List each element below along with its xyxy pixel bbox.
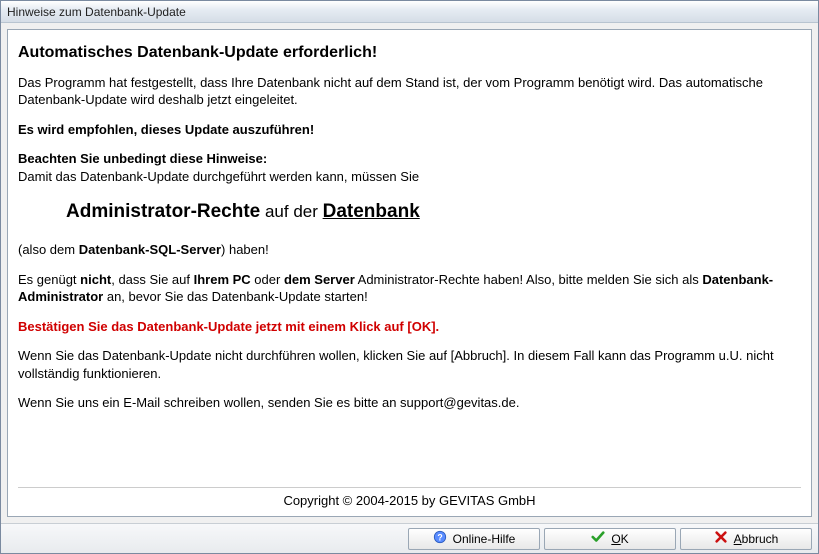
sql-server-line: (also dem Datenbank-SQL-Server) haben! xyxy=(18,241,801,259)
sql-server-bold: Datenbank-SQL-Server xyxy=(79,242,221,257)
abort-rest: bbruch xyxy=(742,532,779,546)
content-panel: Automatisches Datenbank-Update erforderl… xyxy=(7,29,812,517)
l4b: , dass Sie auf xyxy=(111,272,193,287)
auf-der-text: auf der xyxy=(260,202,322,221)
copyright-line: Copyright © 2004-2015 by GEVITAS GmbH xyxy=(18,487,801,512)
help-button-label: Online-Hilfe xyxy=(453,532,516,546)
help-icon: ? xyxy=(433,530,447,547)
abort-info-line: Wenn Sie das Datenbank-Update nicht durc… xyxy=(18,347,801,382)
ok-button-label: OK xyxy=(611,532,628,546)
intro-paragraph: Das Programm hat festgestellt, dass Ihre… xyxy=(18,74,801,109)
l4a: Es genügt xyxy=(18,272,80,287)
datenbank-text: Datenbank xyxy=(323,201,420,222)
titlebar: Hinweise zum Datenbank-Update xyxy=(1,1,818,23)
recommend-line: Es wird empfohlen, dieses Update auszufü… xyxy=(18,121,801,139)
body-area: Automatisches Datenbank-Update erforderl… xyxy=(18,38,801,481)
confirm-red-line: Bestätigen Sie das Datenbank-Update jetz… xyxy=(18,318,801,336)
ok-rest: K xyxy=(621,532,629,546)
l4d: Administrator-Rechte haben! Also, bitte … xyxy=(355,272,703,287)
note-line: Damit das Datenbank-Update durchgeführt … xyxy=(18,169,419,184)
svg-text:?: ? xyxy=(437,533,442,543)
not-enough-line: Es genügt nicht, dass Sie auf Ihrem PC o… xyxy=(18,271,801,306)
page-heading: Automatisches Datenbank-Update erforderl… xyxy=(18,42,801,64)
also-dem-post: ) haben! xyxy=(221,242,269,257)
online-help-button[interactable]: ? Online-Hilfe xyxy=(408,528,540,550)
close-icon xyxy=(714,530,728,547)
abort-button-label: Abbruch xyxy=(734,532,779,546)
ok-button[interactable]: OK xyxy=(544,528,676,550)
window-title: Hinweise zum Datenbank-Update xyxy=(7,5,186,19)
ok-u: O xyxy=(611,532,620,546)
note-block: Beachten Sie unbedingt diese Hinweise: D… xyxy=(18,150,801,185)
l4-demserver: dem Server xyxy=(284,272,355,287)
email-info-line: Wenn Sie uns ein E-Mail schreiben wollen… xyxy=(18,394,801,412)
l4-nicht: nicht xyxy=(80,272,111,287)
content-wrap: Automatisches Datenbank-Update erforderl… xyxy=(1,23,818,523)
l4e: an, bevor Sie das Datenbank-Update start… xyxy=(103,289,368,304)
abort-u: A xyxy=(734,532,742,546)
abort-button[interactable]: Abbruch xyxy=(680,528,812,550)
admin-rights-text: Administrator-Rechte xyxy=(66,201,260,222)
l4-ihrempc: Ihrem PC xyxy=(194,272,251,287)
check-icon xyxy=(591,530,605,547)
admin-rights-line: Administrator-Rechte auf der Datenbank xyxy=(66,199,801,225)
dialog-window: Hinweise zum Datenbank-Update Automatisc… xyxy=(0,0,819,554)
button-row: ? Online-Hilfe OK Abbruch xyxy=(1,523,818,553)
l4c: oder xyxy=(251,272,284,287)
note-heading: Beachten Sie unbedingt diese Hinweise: xyxy=(18,151,267,166)
also-dem-pre: (also dem xyxy=(18,242,79,257)
